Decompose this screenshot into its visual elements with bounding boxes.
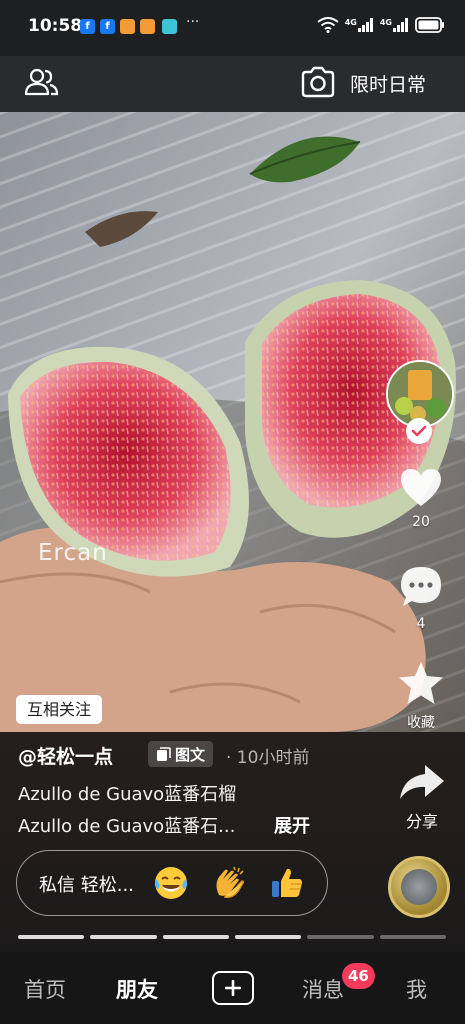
more-notifications-icon: ··· (186, 14, 200, 30)
tears-of-joy-emoji[interactable] (153, 865, 189, 901)
signal-2: 4G (380, 18, 409, 32)
chat-app-icon (140, 19, 155, 34)
post-photo[interactable]: Ercan 互相关注 (0, 112, 465, 732)
tab-me[interactable]: 我 (406, 974, 427, 1004)
progress-segment (90, 935, 157, 939)
moment-label[interactable]: 限时日常 (350, 70, 426, 97)
facebook-icon: f (100, 19, 115, 34)
progress-segment (234, 935, 302, 939)
avatar-image (388, 362, 452, 426)
status-bar: 10:58 f f ··· 4G 4G (0, 0, 465, 56)
progress-segment (18, 935, 85, 939)
camera-icon[interactable] (300, 65, 336, 99)
wifi-icon (317, 17, 339, 33)
private-message-input[interactable]: 私信 轻松... (16, 850, 328, 916)
plus-icon (225, 980, 241, 996)
share-label: 分享 (405, 812, 438, 831)
messages-badge: 46 (342, 963, 375, 989)
follow-check-icon (411, 425, 427, 437)
photo-watermark: Ercan (38, 540, 108, 566)
book-app-icon (162, 19, 177, 34)
private-message-label: 私信 轻松... (39, 875, 134, 896)
gift-coin-button[interactable] (388, 856, 450, 918)
signal-bars-icon (357, 18, 373, 32)
caption-title: Azullo de Guavo蓝番石榴 (18, 784, 237, 805)
expand-caption-button[interactable]: 展开 (274, 812, 310, 838)
tab-home[interactable]: 首页 (24, 974, 66, 1004)
fig-photo (0, 112, 465, 732)
heart-icon (401, 469, 441, 506)
create-post-button[interactable] (212, 971, 254, 1005)
thumbs-up-emoji[interactable] (269, 865, 305, 901)
system-icons: 4G 4G (317, 17, 445, 33)
tab-messages[interactable]: 消息 (302, 974, 344, 1004)
progress-segment (162, 935, 229, 939)
like-button[interactable]: 20 (390, 466, 452, 530)
comment-count: 4 (416, 616, 426, 632)
chat-app-icon (120, 19, 135, 34)
comment-button[interactable]: 4 (390, 564, 452, 632)
signal-1: 4G (345, 18, 374, 32)
status-time: 10:58 (28, 16, 83, 36)
favorite-button[interactable]: 收藏 (390, 660, 452, 732)
share-arrow-icon (400, 765, 444, 799)
bottom-tab-bar: 首页 朋友 消息 46 我 (0, 952, 465, 1024)
coin-emblem-icon (401, 869, 437, 905)
favorite-label: 收藏 (407, 715, 435, 731)
like-count: 20 (412, 514, 430, 530)
story-progress-bar (18, 935, 446, 939)
clapping-hands-emoji[interactable] (211, 865, 247, 901)
top-bar: 限时日常 (0, 56, 465, 112)
facebook-icon: f (80, 19, 95, 34)
share-button[interactable]: 分享 (392, 762, 452, 832)
post-info-panel: @轻松一点 图文 · 10小时前 Azullo de Guavo蓝番石榴 Azu… (0, 732, 465, 952)
caption-body: Azullo de Guavo蓝番石... (18, 816, 236, 837)
mutual-follow-tag: 互相关注 (16, 695, 103, 724)
progress-segment (379, 935, 446, 939)
author-name[interactable]: @轻松一点 (18, 742, 113, 769)
image-text-icon (157, 746, 171, 761)
signal-bars-icon (393, 18, 408, 32)
friends-icon[interactable] (24, 67, 60, 97)
follow-author-button[interactable] (406, 418, 432, 444)
star-icon (399, 662, 443, 704)
comment-icon (401, 567, 441, 606)
battery-icon (415, 17, 444, 33)
post-type-chip: 图文 (148, 741, 214, 767)
post-time: · 10小时前 (226, 748, 310, 768)
progress-segment (307, 935, 374, 939)
tab-friends[interactable]: 朋友 (116, 974, 158, 1004)
